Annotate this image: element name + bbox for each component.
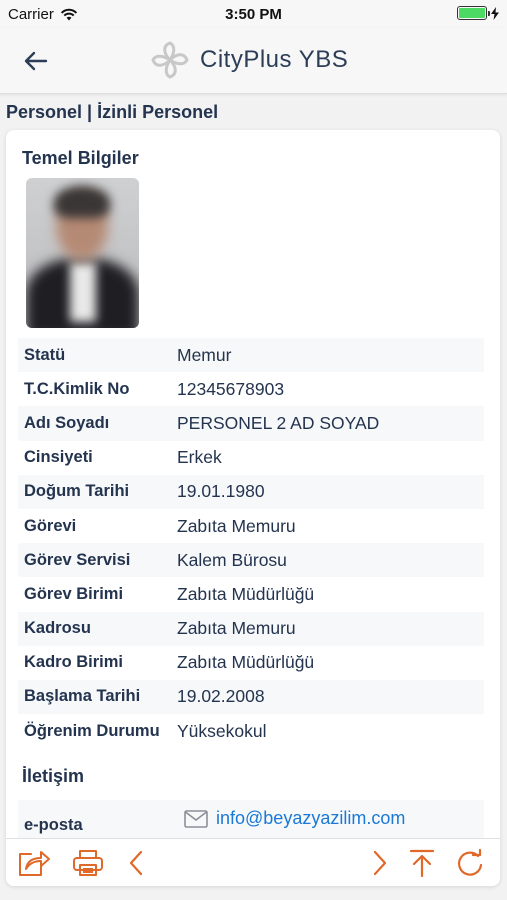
battery-indicator	[457, 6, 499, 20]
charging-bolt-icon	[491, 6, 499, 20]
info-value: Yüksekokul	[177, 720, 267, 741]
carrier-name: Carrier	[8, 5, 54, 23]
info-value: Kalem Bürosu	[177, 549, 287, 570]
info-row-position: Görevi Zabıta Memuru	[18, 509, 484, 543]
scroll-top-icon	[409, 849, 435, 878]
info-label: Görev Servisi	[24, 550, 131, 569]
chevron-left-icon	[129, 850, 143, 876]
info-row-unit: Görev Birimi Zabıta Müdürlüğü	[18, 577, 484, 611]
info-value: Erkek	[177, 447, 222, 468]
info-value: Zabıta Memuru	[177, 515, 296, 536]
carrier-info: Carrier	[8, 6, 78, 23]
info-label: Kadrosu	[24, 619, 91, 638]
personnel-photo	[26, 178, 139, 328]
refresh-button[interactable]	[452, 846, 488, 880]
info-row-gender: Cinsiyeti Erkek	[18, 441, 484, 475]
app-title: CityPlus YBS	[200, 46, 349, 73]
cityplus-logo-icon	[151, 41, 189, 79]
mail-icon	[184, 810, 208, 828]
info-value: 12345678903	[177, 378, 285, 399]
next-button[interactable]	[362, 846, 398, 880]
info-label: Adı Soyadı	[24, 413, 110, 432]
info-value: 19.01.1980	[177, 481, 265, 502]
arrow-left-icon	[24, 51, 48, 71]
scroll-top-button[interactable]	[404, 846, 440, 880]
info-row-status: Statü Memur	[18, 338, 484, 373]
info-row-staff-unit: Kadro Birimi Zabıta Müdürlüğü	[18, 646, 484, 680]
info-row-staff-title: Kadrosu Zabıta Memuru	[18, 611, 484, 646]
email-label: e-posta	[24, 816, 83, 834]
chevron-right-icon	[373, 850, 387, 876]
battery-fill	[459, 8, 485, 18]
info-value: 19.02.2008	[177, 686, 265, 707]
info-row-start-date: Başlama Tarihi 19.02.2008	[18, 679, 484, 715]
print-button[interactable]	[70, 846, 106, 880]
previous-button[interactable]	[118, 846, 154, 880]
info-label: Başlama Tarihi	[24, 687, 141, 706]
info-label: Doğum Tarihi	[24, 482, 130, 501]
info-value: Zabıta Müdürlüğü	[177, 652, 315, 673]
bottom-toolbar	[6, 838, 500, 886]
email-link[interactable]: info@beyazyazilim.com	[216, 808, 405, 829]
info-row-service: Görev Servisi Kalem Bürosu	[18, 543, 484, 578]
info-row-education: Öğrenim Durumu Yüksekokul	[18, 714, 484, 748]
navigation-bar: CityPlus YBS	[0, 28, 507, 94]
breadcrumb: Personel | İzinli Personel	[6, 102, 219, 122]
info-label: Statü	[24, 345, 66, 364]
basic-info-table: Statü Memur T.C.Kimlik No 12345678903 Adı …	[18, 338, 484, 748]
basic-info-title: Temel Bilgiler	[22, 148, 139, 168]
info-value: Memur	[177, 344, 232, 365]
refresh-icon	[458, 848, 483, 876]
info-row-birth-date: Doğum Tarihi 19.01.1980	[18, 474, 484, 509]
info-label: Cinsiyeti	[24, 448, 93, 467]
info-row-full-name: Adı Soyadı PERSONEL 2 AD SOYAD	[18, 406, 484, 441]
info-value: PERSONEL 2 AD SOYAD	[177, 412, 380, 433]
status-bar: Carrier 3:50 PM	[0, 0, 507, 28]
share-button[interactable]	[16, 846, 52, 880]
info-label: Görev Birimi	[24, 584, 124, 603]
contact-title: İletişim	[22, 766, 85, 786]
info-label: Görevi	[24, 516, 77, 535]
info-label: T.C.Kimlik No	[24, 379, 130, 398]
info-row-tc-id: T.C.Kimlik No 12345678903	[18, 372, 484, 406]
info-value: Zabıta Müdürlüğü	[177, 583, 315, 604]
info-value: Zabıta Memuru	[177, 618, 296, 639]
info-label: Öğrenim Durumu	[24, 721, 160, 740]
print-icon	[73, 850, 103, 876]
back-button[interactable]	[20, 46, 52, 76]
share-icon	[19, 851, 50, 876]
app-brand: CityPlus YBS	[150, 40, 348, 80]
personnel-detail-card: Temel Bilgiler Statü Memur T.C.Kimlik No 1…	[6, 130, 500, 886]
info-label: Kadro Birimi	[24, 653, 124, 672]
battery-icon	[457, 6, 490, 20]
wifi-icon	[60, 8, 77, 20]
